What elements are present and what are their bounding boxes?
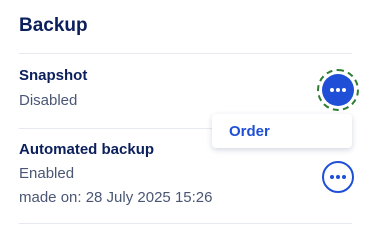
automated-backup-actions-button[interactable] xyxy=(322,161,354,193)
snapshot-status: Disabled xyxy=(19,92,78,109)
automated-backup-title: Automated backup xyxy=(19,141,155,158)
automated-backup-status: Enabled xyxy=(19,165,75,182)
more-horizontal-icon xyxy=(330,175,346,179)
divider-top xyxy=(19,53,352,54)
automated-backup-made-on: made on: 28 July 2025 15:26 xyxy=(19,189,213,206)
divider-bottom xyxy=(19,223,352,224)
more-horizontal-icon xyxy=(330,88,346,92)
snapshot-title: Snapshot xyxy=(19,67,88,84)
actions-menu: Order xyxy=(212,114,352,148)
menu-item-order[interactable]: Order xyxy=(229,123,270,140)
section-title: Backup xyxy=(19,15,88,36)
snapshot-actions-button[interactable] xyxy=(322,74,354,106)
